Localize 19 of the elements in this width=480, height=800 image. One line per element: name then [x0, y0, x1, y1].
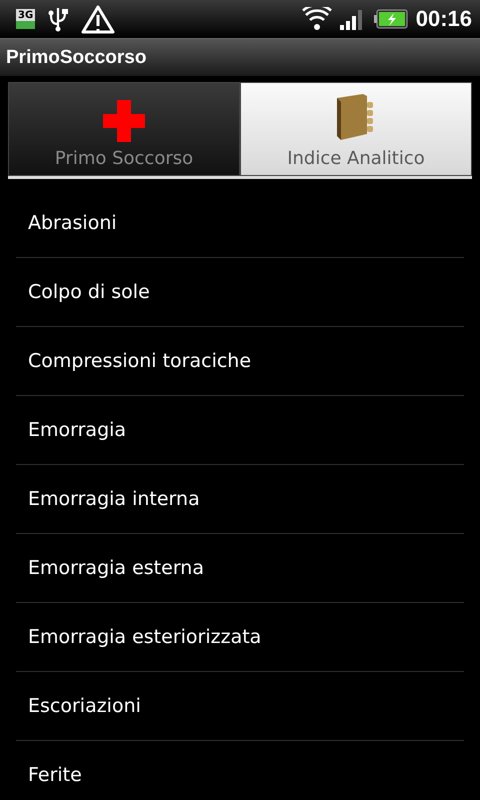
list-item[interactable]: Colpo di sole	[16, 258, 464, 327]
list-item[interactable]: Escoriazioni	[16, 672, 464, 741]
list-item[interactable]: Emorragia interna	[16, 465, 464, 534]
wifi-icon	[302, 7, 332, 31]
tab[interactable]: Primo Soccorso	[8, 82, 240, 176]
list-item[interactable]: Emorragia esteriorizzata	[16, 603, 464, 672]
list-item[interactable]: Compressioni toraciche	[16, 327, 464, 396]
clock-time: 00:16	[416, 6, 472, 32]
list-item[interactable]: Emorragia	[16, 396, 464, 465]
network-icon: 3G	[16, 9, 36, 29]
battery-icon	[374, 9, 408, 29]
first-aid-cross-icon	[103, 100, 145, 142]
tab[interactable]: Indice Analitico	[240, 82, 472, 176]
usb-icon	[47, 6, 70, 32]
list-item[interactable]: Abrasioni	[16, 189, 464, 258]
list-item[interactable]: Ferite	[16, 741, 464, 800]
warning-icon	[81, 4, 116, 34]
list-item[interactable]: Emorragia esterna	[16, 534, 464, 603]
window-title: PrimoSoccorso	[6, 46, 146, 68]
